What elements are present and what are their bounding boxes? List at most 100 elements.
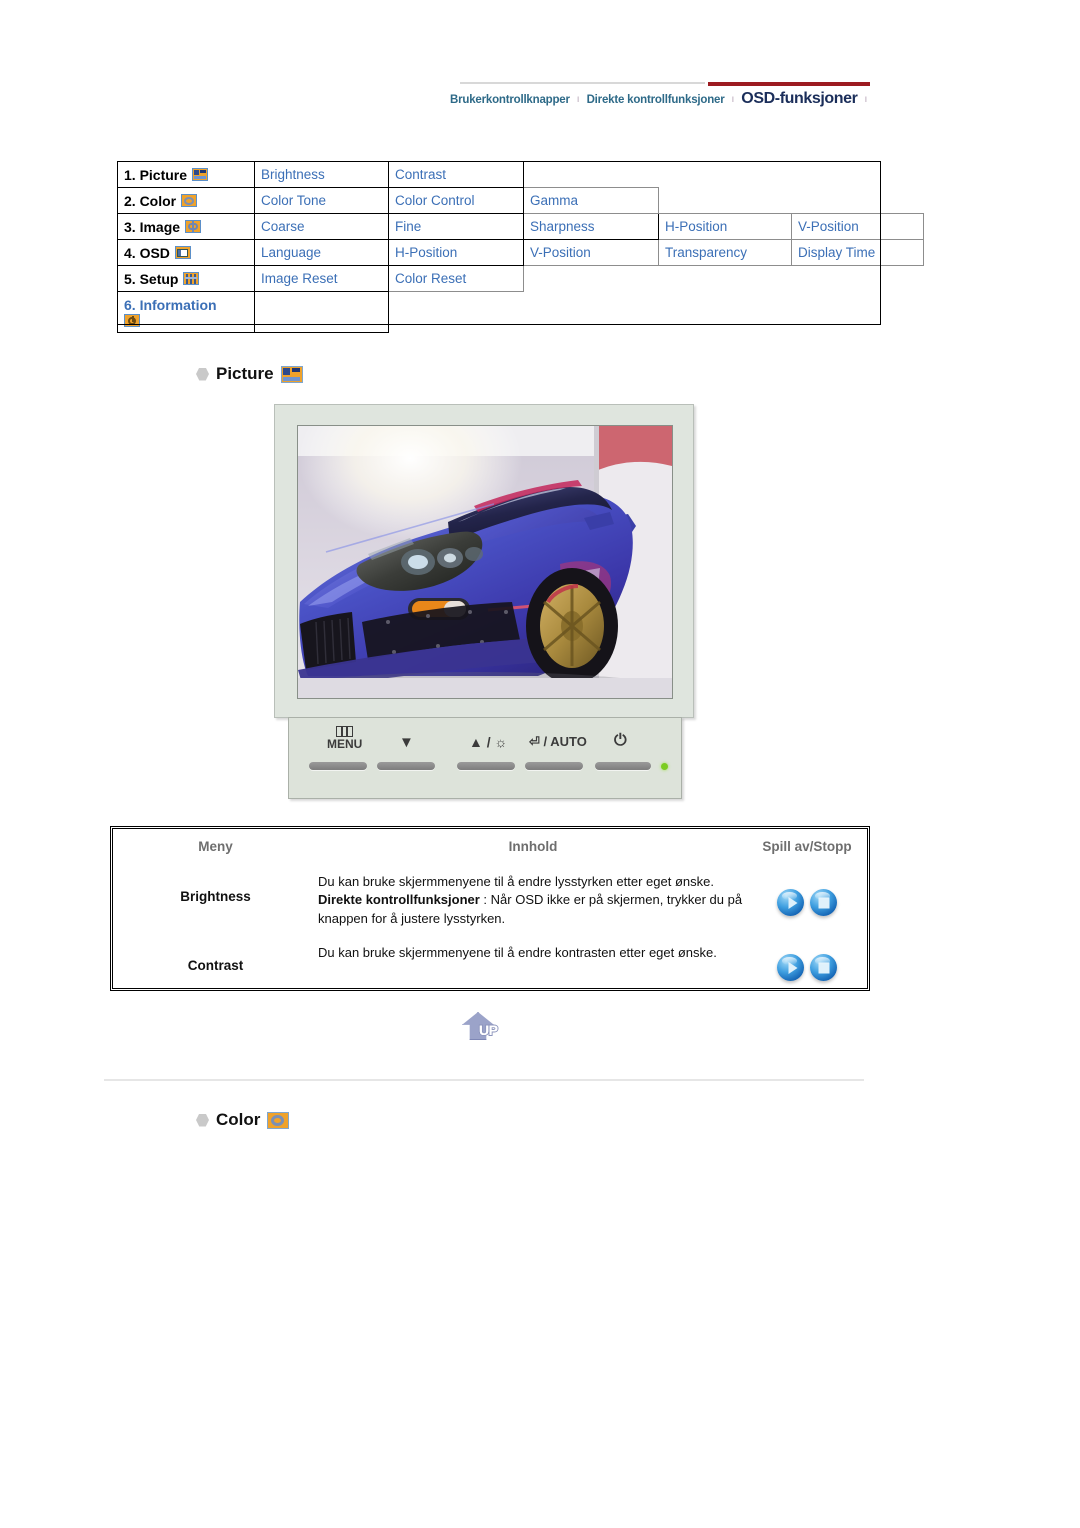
menu-item-v-position-osd[interactable]: V-Position [523,239,659,266]
menu-empty-cell [792,188,924,214]
menu-item-gamma[interactable]: Gamma [523,187,659,214]
menu-empty-cell [659,292,792,333]
button-power[interactable] [595,762,651,770]
button-down[interactable] [377,762,435,770]
menu-item-image-reset[interactable]: Image Reset [254,265,389,292]
section-heading-picture: Picture [196,364,303,384]
picture-icon [280,365,303,383]
menu-row-label: 6. Information [124,297,217,313]
menu-item-color-reset[interactable]: Color Reset [388,265,524,292]
control-label-up-brightness: ▲ / ☼ [469,734,508,750]
menu-item-contrast[interactable]: Contrast [388,161,524,188]
table-row: 2. Color Color Tone Color Control Gamma [117,187,924,214]
menu-row-label: 4. OSD [124,244,170,261]
description-line-1: Du kan bruke skjermmenyene til å endre l… [318,874,714,889]
menu-item-color-tone[interactable]: Color Tone [254,187,389,214]
bullet-icon [196,367,209,381]
stop-button[interactable] [810,954,837,982]
menu-label-information[interactable]: 6. Information [117,291,255,333]
menu-item-coarse[interactable]: Coarse [254,213,389,240]
color-icon [181,194,198,207]
table-row: Brightness Du kan bruke skjermmenyene ti… [113,873,867,928]
monitor-control-panel: MENU ▼ ▲ / ☼ ⏎ / AUTO ⏻ [288,717,682,799]
menu-label-color[interactable]: 2. Color [117,187,255,214]
menu-empty-cell [524,266,659,292]
stop-button[interactable] [810,889,837,916]
menu-empty-cell [389,292,524,333]
menu-item-transparency[interactable]: Transparency [658,239,792,266]
menu-empty-cell [792,292,924,333]
menu-item-h-position-osd[interactable]: H-Position [388,239,524,266]
play-button[interactable] [777,954,804,982]
nav-item-list: Brukerkontrollknapper ı Direkte kontroll… [450,90,890,108]
menu-item-fine[interactable]: Fine [388,213,524,240]
column-header-innhold: Innhold [508,838,558,854]
table-row: 5. Setup Image Reset Color Reset [117,265,924,292]
menu-empty-cell [254,291,389,333]
menu-row-label: 3. Image [124,218,181,235]
button-enter-auto[interactable] [525,762,583,770]
blue-sports-car-photo: NOS [298,426,672,698]
control-label-menu: MENU [327,726,362,751]
menu-item-brightness[interactable]: Brightness [254,161,389,188]
control-label-down: ▼ [399,734,414,751]
nav-rule-left [460,82,705,84]
table-row: 1. Picture Brightness Contrast [117,161,924,188]
menu-label-setup[interactable]: 5. Setup [117,265,255,292]
menu-item-display-time[interactable]: Display Time [791,239,924,266]
column-header-meny: Meny [198,838,233,854]
nav-separator: ı [864,94,868,105]
menu-item-sharpness[interactable]: Sharpness [523,213,659,240]
menu-empty-cell [659,266,792,292]
control-text-menu: MENU [327,737,363,751]
scroll-to-top-button[interactable]: UP UP [462,1012,507,1046]
control-label-row: MENU ▼ ▲ / ☼ ⏎ / AUTO ⏻ [289,726,681,752]
power-led-indicator [661,763,668,770]
osd-menu-map-table: 1. Picture Brightness Contrast 2. Color … [117,161,924,333]
button-up-brightness[interactable] [457,762,515,770]
menu-item-h-position-image[interactable]: H-Position [658,213,792,240]
row-label-contrast: Contrast [187,958,244,974]
control-label-enter-auto: ⏎ / AUTO [529,734,587,749]
table-row: Contrast Du kan bruke skjermmenyene til … [113,944,867,982]
page-title-color: Color [216,1110,261,1129]
menu-row-label: 5. Setup [124,270,179,287]
play-button[interactable] [777,889,804,916]
control-label-power: ⏻ [614,732,627,749]
nav-link-direkte-kontrollfunksjoner[interactable]: Direkte kontrollfunksjoner [587,94,725,106]
nav-link-osd-funksjoner[interactable]: OSD-funksjoner [741,90,858,108]
menu-empty-cell [524,292,659,333]
osd-icon [174,246,191,259]
nav-link-brukerkontrollknapper[interactable]: Brukerkontrollknapper [450,94,570,106]
table-row: 4. OSD Language H-Position V-Position Tr… [117,239,924,266]
menu-empty-cell [659,188,792,214]
nav-separator: ı [576,94,580,105]
menu-label-image[interactable]: 3. Image [117,213,255,240]
menu-empty-cell [792,266,924,292]
monitor-bezel: NOS [274,404,694,718]
menu-item-language[interactable]: Language [254,239,389,266]
menu-empty-cell [524,162,659,188]
picture-settings-table: Meny Innhold Spill av/Stopp Brightness D… [110,826,870,991]
nav-separator: ı [731,94,735,105]
monitor-illustration: NOS MENU ▼ ▲ / ☼ ⏎ / AUTO [274,404,694,802]
color-icon [267,1111,290,1129]
section-heading-color: Color [196,1110,290,1130]
monitor-screen: NOS [297,425,673,699]
row-label-brightness: Brightness [180,889,251,904]
menu-item-v-position-image[interactable]: V-Position [791,213,924,240]
page-title-picture: Picture [216,364,274,383]
button-menu[interactable] [309,762,367,770]
menu-label-osd[interactable]: 4. OSD [117,239,255,266]
nav-rule-accent [708,82,870,86]
menu-item-color-control[interactable]: Color Control [388,187,524,214]
image-icon [185,220,202,233]
bullet-icon [196,1113,209,1127]
row-description-contrast: Du kan bruke skjermmenyene til å endre k… [318,945,717,961]
table-row: 3. Image Coarse Fine Sharpness H-Positio… [117,213,924,240]
menu-glyph-icon [336,726,354,737]
menu-label-picture[interactable]: 1. Picture [117,161,255,188]
breadcrumb-nav: Brukerkontrollknapper ı Direkte kontroll… [450,82,890,118]
setup-icon [183,272,200,285]
play-stop-group-contrast [748,944,866,982]
